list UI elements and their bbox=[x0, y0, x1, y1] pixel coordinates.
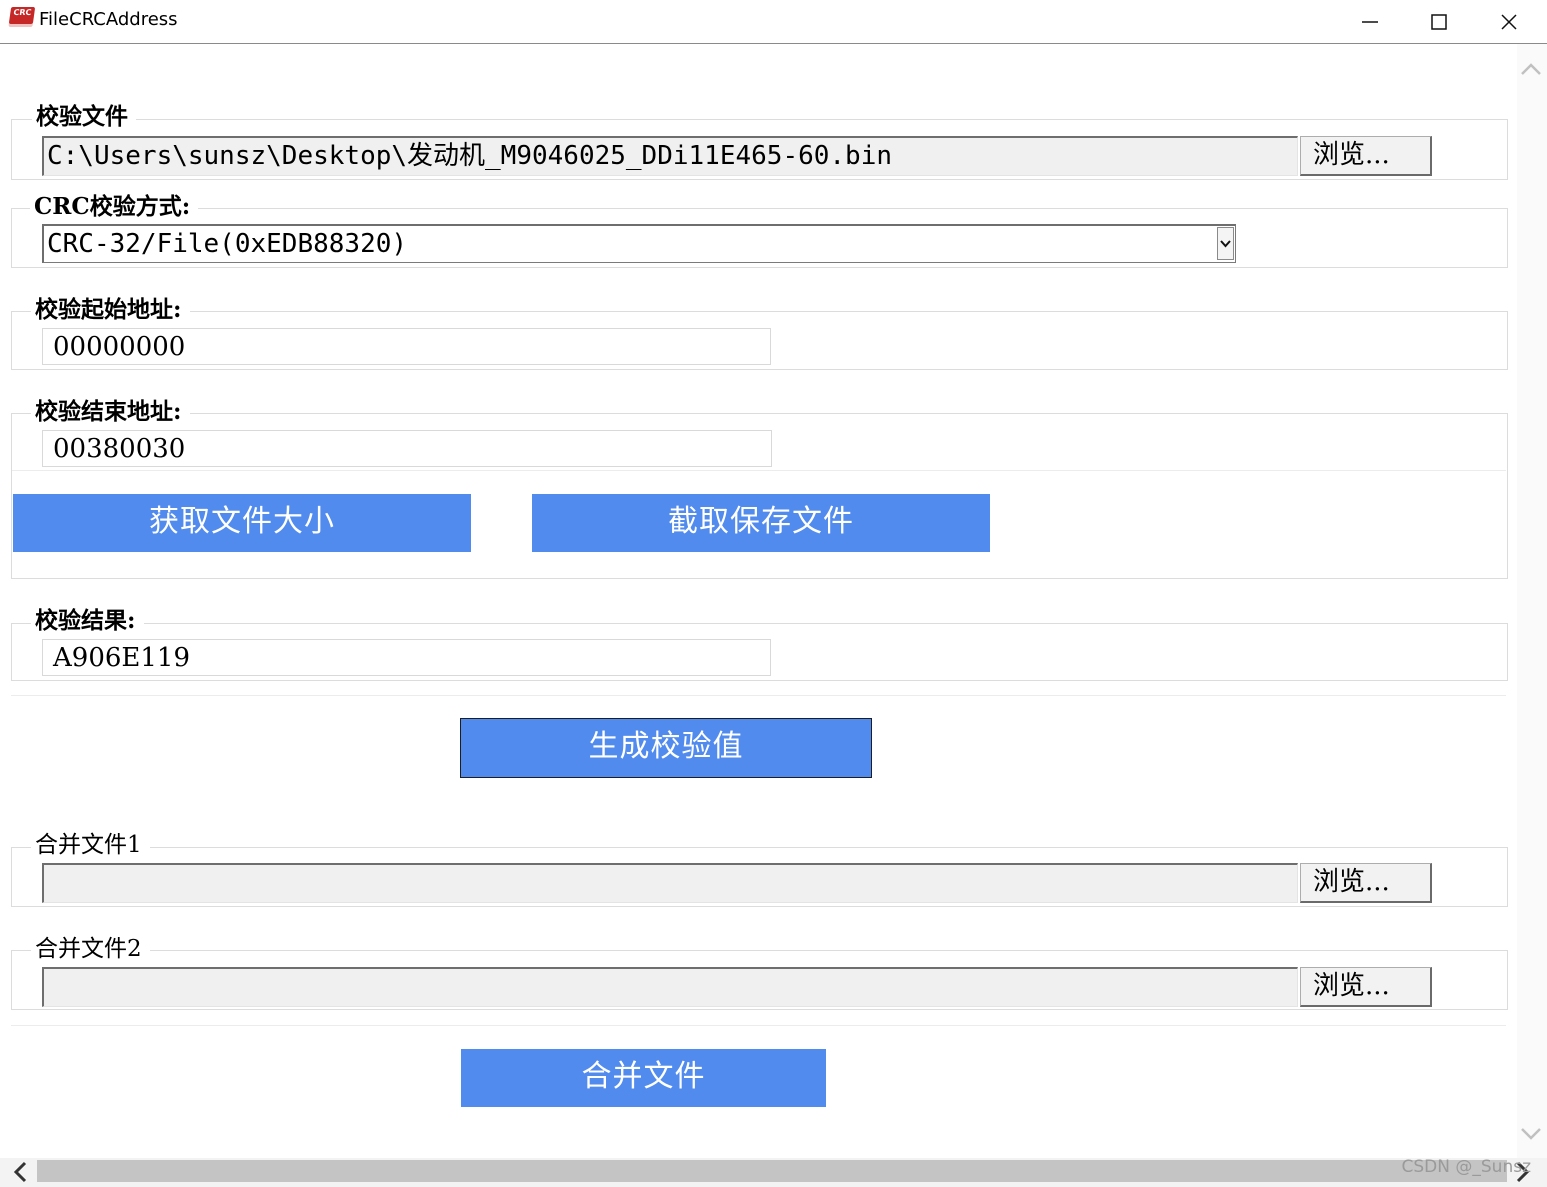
minimize-icon bbox=[1362, 21, 1378, 23]
crc-mode-select[interactable]: CRC-32/File(0xEDB88320) bbox=[42, 224, 1236, 263]
result-label: 校验结果: bbox=[31, 607, 144, 635]
merge-file1-browse-button[interactable]: 浏览... bbox=[1300, 863, 1432, 903]
file-browse-button[interactable]: 浏览... bbox=[1300, 136, 1432, 176]
cut-save-file-button[interactable]: 截取保存文件 bbox=[532, 494, 990, 552]
merge-file2-label: 合并文件2 bbox=[31, 935, 150, 963]
minimize-button[interactable] bbox=[1335, 0, 1405, 42]
vertical-scrollbar[interactable] bbox=[1517, 44, 1547, 1158]
scroll-up-icon[interactable] bbox=[1517, 54, 1547, 84]
get-file-size-button[interactable]: 获取文件大小 bbox=[13, 494, 471, 552]
watermark-text: CSDN @_Sunsz bbox=[1401, 1157, 1532, 1177]
generate-checksum-button[interactable]: 生成校验值 bbox=[460, 718, 872, 778]
close-button[interactable] bbox=[1474, 0, 1544, 42]
maximize-button[interactable] bbox=[1404, 0, 1474, 42]
crc-mode-label: CRC校验方式: bbox=[30, 193, 199, 221]
merge-file1-path-field[interactable] bbox=[42, 863, 1298, 903]
start-address-label: 校验起始地址: bbox=[31, 296, 190, 324]
chevron-down-icon[interactable] bbox=[1217, 227, 1234, 260]
file-path-field[interactable]: C:\Users\sunsz\Desktop\发动机_M9046025_DDi1… bbox=[42, 136, 1298, 176]
title-bar: CRC FileCRCAddress bbox=[0, 0, 1547, 44]
merge-divider bbox=[11, 1025, 1506, 1026]
result-divider bbox=[11, 695, 1506, 696]
start-address-input[interactable]: 00000000 bbox=[42, 328, 771, 365]
close-icon bbox=[1501, 14, 1517, 30]
scroll-down-icon[interactable] bbox=[1517, 1119, 1547, 1149]
merge-file2-browse-button[interactable]: 浏览... bbox=[1300, 967, 1432, 1007]
horizontal-scroll-thumb[interactable] bbox=[37, 1160, 1507, 1182]
file-group-label: 校验文件 bbox=[32, 103, 136, 131]
end-address-label: 校验结束地址: bbox=[31, 398, 190, 426]
scroll-left-icon[interactable] bbox=[6, 1158, 36, 1187]
merge-files-button[interactable]: 合并文件 bbox=[461, 1049, 826, 1107]
result-output: A906E119 bbox=[42, 639, 771, 676]
crc-mode-selected: CRC-32/File(0xEDB88320) bbox=[47, 229, 408, 259]
window-title: FileCRCAddress bbox=[39, 9, 178, 30]
merge-file1-label: 合并文件1 bbox=[31, 831, 150, 859]
end-group-divider bbox=[12, 470, 1506, 471]
app-crc-icon: CRC bbox=[8, 7, 36, 24]
merge-file2-path-field[interactable] bbox=[42, 967, 1298, 1007]
end-address-input[interactable]: 00380030 bbox=[42, 430, 772, 467]
maximize-icon bbox=[1431, 14, 1447, 30]
